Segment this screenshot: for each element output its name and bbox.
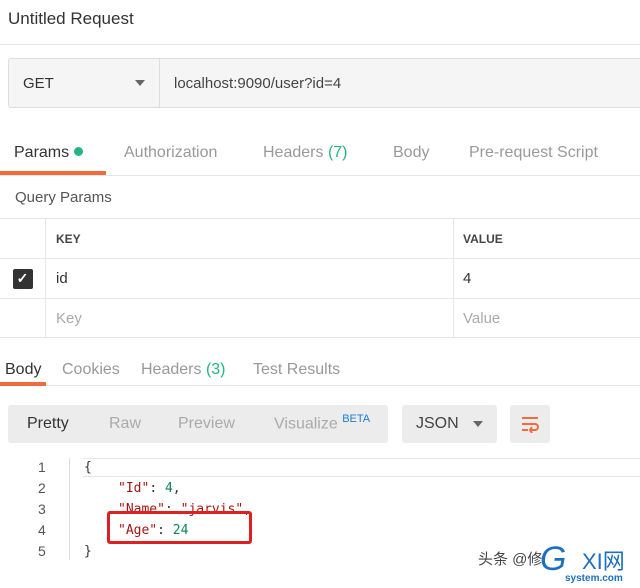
comma: , [172,481,181,496]
code-brace: } [84,544,92,559]
value-input[interactable]: Value [454,299,500,337]
format-select[interactable]: JSON [402,405,497,443]
divider [0,44,640,45]
table-row: ✓ id 4 [0,258,640,298]
tab-label: Headers [263,144,324,161]
line-number: 3 [38,501,46,517]
tab-headers[interactable]: Headers (7) [263,144,348,162]
key-input[interactable]: Key [46,299,454,337]
json-value: 4 [164,481,173,496]
tab-label: Headers [141,361,202,378]
value-header: VALUE [463,231,503,246]
visualize-button[interactable]: Visualize BETA [274,413,370,433]
highlight-box [107,511,252,544]
line-number: 5 [38,543,46,559]
tab-response-headers[interactable]: Headers (3) [141,361,226,379]
headers-count: (7) [327,144,348,161]
watermark-text: 头条 @修 [478,551,543,568]
tab-params[interactable]: Params [14,144,84,162]
active-tab-indicator [0,382,46,386]
request-tabs: Params Authorization Headers (7) Body Pr… [0,130,640,176]
tab-response-body[interactable]: Body [5,361,41,379]
method-label: GET [23,74,54,92]
params-table: KEY VALUE ✓ id 4 Key Value [0,218,640,338]
request-title: Untitled Request [8,9,134,28]
code-line: "Id": 4, [118,481,181,496]
watermark-logo: system.com [565,573,623,584]
active-tab-indicator [0,171,106,175]
chevron-down-icon [135,80,145,86]
response-tabs: Body Cookies Headers (3) Test Results [0,352,640,386]
tab-test-results[interactable]: Test Results [253,361,340,379]
headers-count: (3) [205,361,226,378]
tab-cookies[interactable]: Cookies [62,361,120,379]
preview-button[interactable]: Preview [178,415,235,433]
table-row-new: Key Value [0,298,640,338]
wrap-icon [522,417,539,433]
checkbox-checked-icon[interactable]: ✓ [12,268,33,289]
visualize-label: Visualize [274,415,338,433]
format-label: JSON [416,415,459,432]
watermark-logo: XI网 [582,549,625,574]
line-number: 2 [38,480,46,496]
pretty-button[interactable]: Pretty [27,415,69,433]
watermark-logo: G [540,540,567,578]
view-mode-bar: Pretty Raw Preview Visualize BETA [8,405,388,443]
param-key[interactable]: id [46,259,454,298]
query-params-title: Query Params [15,189,112,206]
beta-badge: BETA [342,413,371,425]
tab-authorization[interactable]: Authorization [124,144,217,162]
tab-pre-request-script[interactable]: Pre-request Script [469,144,598,162]
method-select[interactable]: GET [9,59,160,107]
active-dot-icon [74,147,84,156]
tab-body[interactable]: Body [393,144,429,162]
chevron-down-icon [473,421,483,427]
json-key: "Id" [118,481,150,496]
table-header: KEY VALUE [0,218,640,258]
line-number: 1 [38,459,46,475]
wrap-lines-button[interactable] [510,405,550,443]
raw-button[interactable]: Raw [109,415,141,433]
key-header: KEY [46,219,454,258]
param-value[interactable]: 4 [454,259,471,298]
url-bar: GET localhost:9090/user?id=4 [8,58,640,108]
tab-label: Params [14,144,70,161]
line-number: 4 [38,522,46,538]
url-input[interactable]: localhost:9090/user?id=4 [160,59,341,107]
code-brace: { [84,460,92,475]
